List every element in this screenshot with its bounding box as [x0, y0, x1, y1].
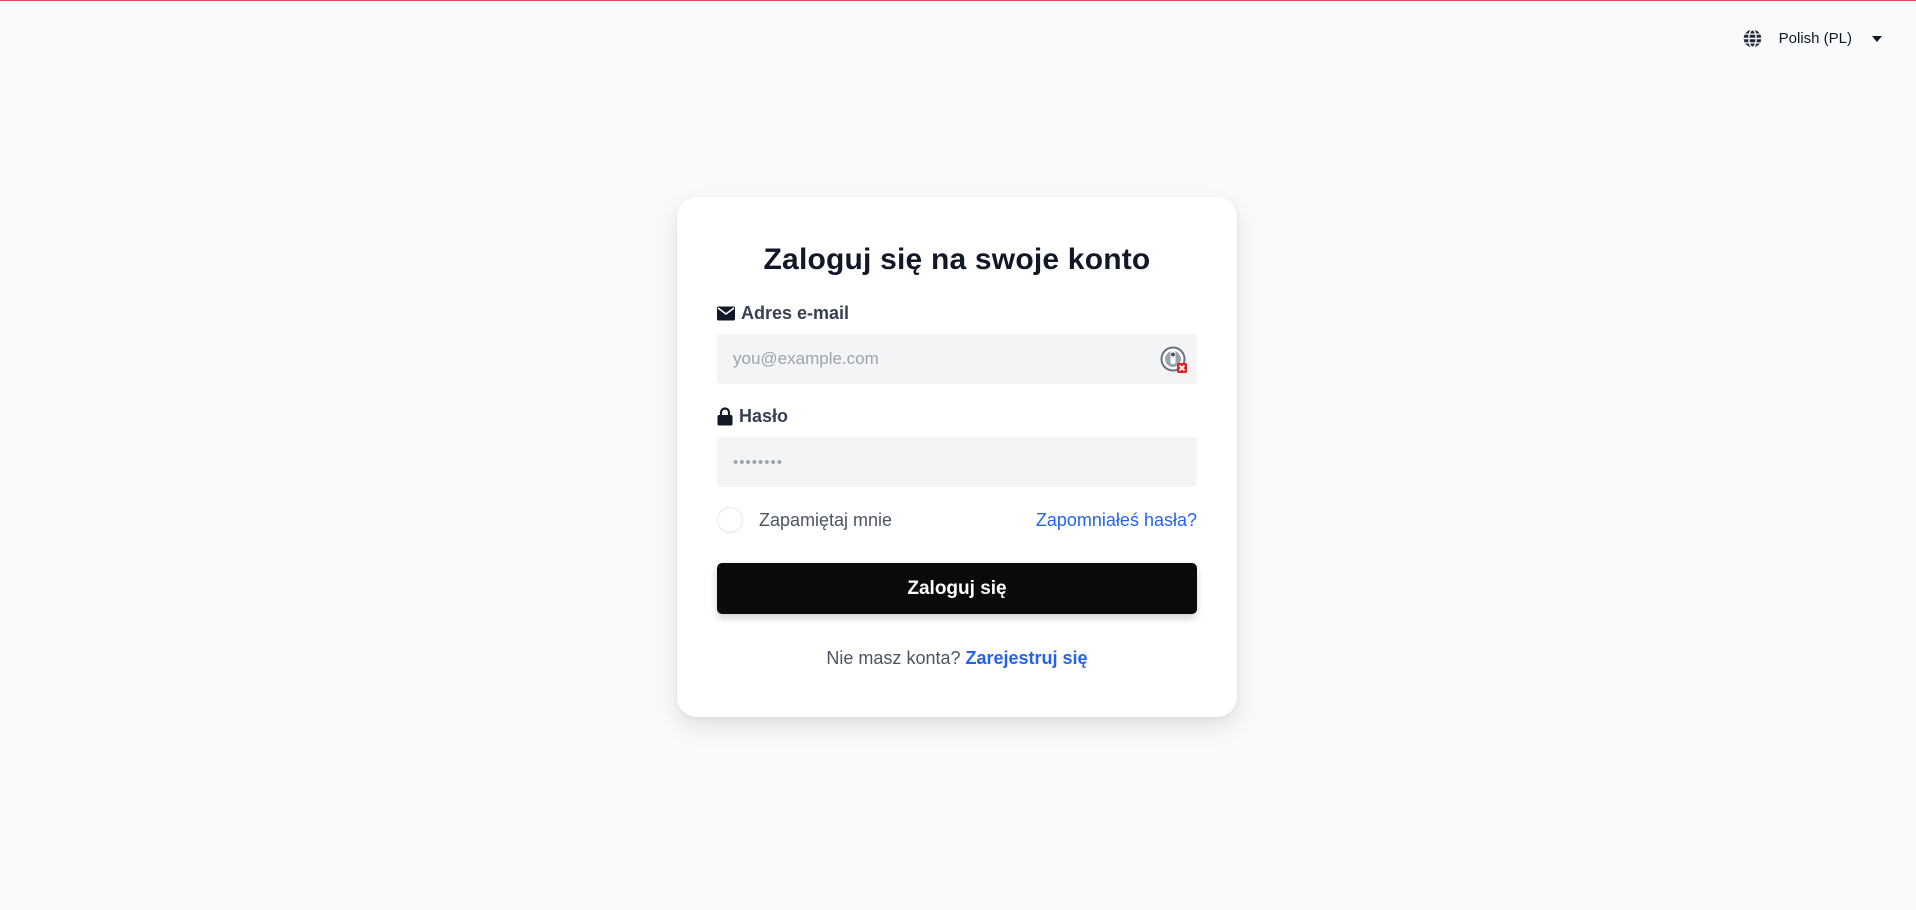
email-label-text: Adres e-mail	[741, 303, 850, 323]
login-button[interactable]: Zaloguj się	[717, 563, 1197, 614]
email-field-wrapper	[717, 334, 1197, 384]
password-input[interactable]	[717, 437, 1197, 487]
remember-me-checkbox[interactable]	[717, 507, 743, 533]
password-label-text: Hasło	[739, 406, 789, 426]
email-input[interactable]	[717, 334, 1197, 384]
globe-icon	[1743, 29, 1761, 48]
remember-me-label: Zapamiętaj mnie	[759, 509, 893, 530]
language-label: Polish (PL)	[1778, 30, 1852, 47]
login-card: Zaloguj się na swoje konto Adres e-mail …	[677, 197, 1237, 717]
password-manager-icon[interactable]	[1159, 345, 1189, 375]
forgot-password-link[interactable]: Zapomniałeś hasła?	[1036, 510, 1197, 531]
remember-me[interactable]: Zapamiętaj mnie	[717, 507, 892, 533]
language-switcher[interactable]: Polish (PL)	[1742, 28, 1882, 49]
envelope-icon	[717, 306, 735, 321]
password-label: Hasło	[717, 406, 1197, 427]
caret-down-icon	[1872, 35, 1882, 42]
lock-icon	[717, 407, 733, 426]
page-title: Zaloguj się na swoje konto	[763, 243, 1151, 276]
email-label: Adres e-mail	[717, 303, 1197, 324]
password-field-wrapper	[717, 437, 1197, 487]
login-options-row: Zapamiętaj mnie Zapomniałeś hasła?	[717, 507, 1197, 533]
signup-prompt: Nie masz konta?	[826, 648, 961, 668]
signup-link[interactable]: Zarejestruj się	[966, 648, 1088, 668]
signup-prompt-row: Nie masz konta? Zarejestruj się	[717, 648, 1197, 669]
top-accent-line	[0, 0, 1916, 1]
